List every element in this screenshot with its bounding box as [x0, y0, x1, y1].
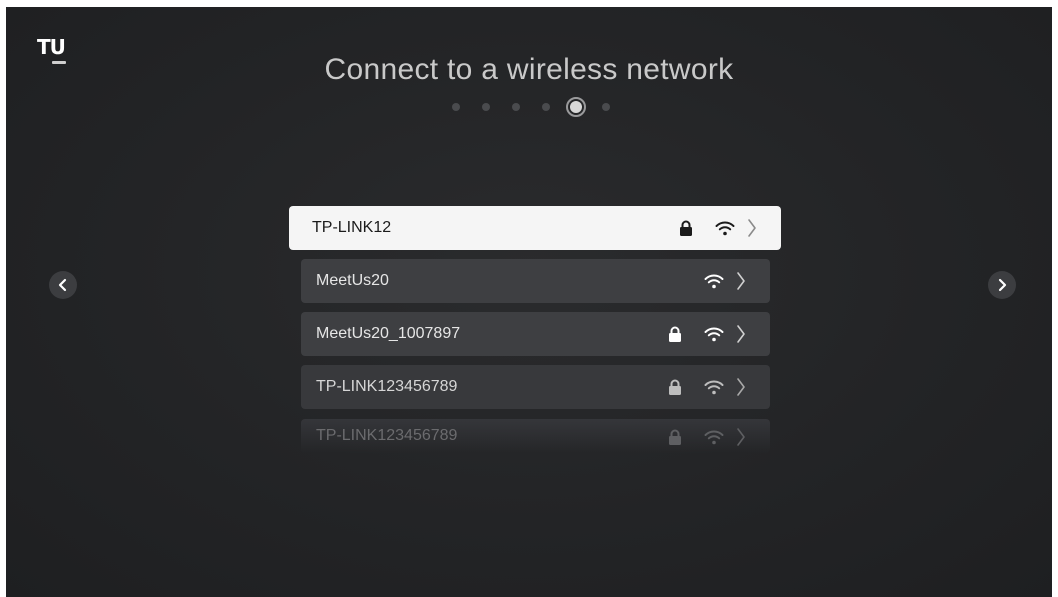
network-ssid: TP-LINK123456789 — [316, 378, 458, 395]
lock-icon — [668, 379, 682, 396]
network-row-faded[interactable]: TP-LINK123456789 — [301, 419, 770, 453]
chevron-right-icon — [736, 271, 746, 291]
chevron-right-icon — [736, 377, 746, 397]
lock-icon — [679, 220, 693, 237]
wifi-icon — [704, 327, 724, 342]
wifi-icon — [704, 430, 724, 445]
network-row[interactable]: MeetUs20_1007897 — [301, 312, 770, 356]
wifi-icon — [704, 274, 724, 289]
wifi-icon — [715, 221, 735, 236]
network-status-icons — [704, 271, 746, 291]
network-list: TP-LINK12 MeetUs20 MeetUs20_1007897 TP-L… — [6, 7, 1052, 597]
wifi-setup-screen: TU Connect to a wireless network TP-LINK… — [6, 7, 1052, 597]
chevron-right-icon — [747, 218, 757, 238]
network-row[interactable]: TP-LINK123456789 — [301, 365, 770, 409]
network-status-icons — [668, 377, 746, 397]
network-ssid: TP-LINK12 — [312, 219, 392, 236]
network-ssid: TP-LINK123456789 — [316, 427, 458, 444]
network-ssid: MeetUs20_1007897 — [316, 325, 461, 342]
network-status-icons — [679, 218, 757, 238]
lock-icon — [668, 326, 682, 343]
chevron-right-icon — [736, 427, 746, 447]
chevron-right-icon — [736, 324, 746, 344]
network-ssid: MeetUs20 — [316, 272, 389, 289]
lock-icon — [668, 429, 682, 446]
network-status-icons — [668, 324, 746, 344]
network-row-selected[interactable]: TP-LINK12 — [289, 206, 781, 250]
network-status-icons — [668, 427, 746, 447]
wifi-icon — [704, 380, 724, 395]
network-row[interactable]: MeetUs20 — [301, 259, 770, 303]
